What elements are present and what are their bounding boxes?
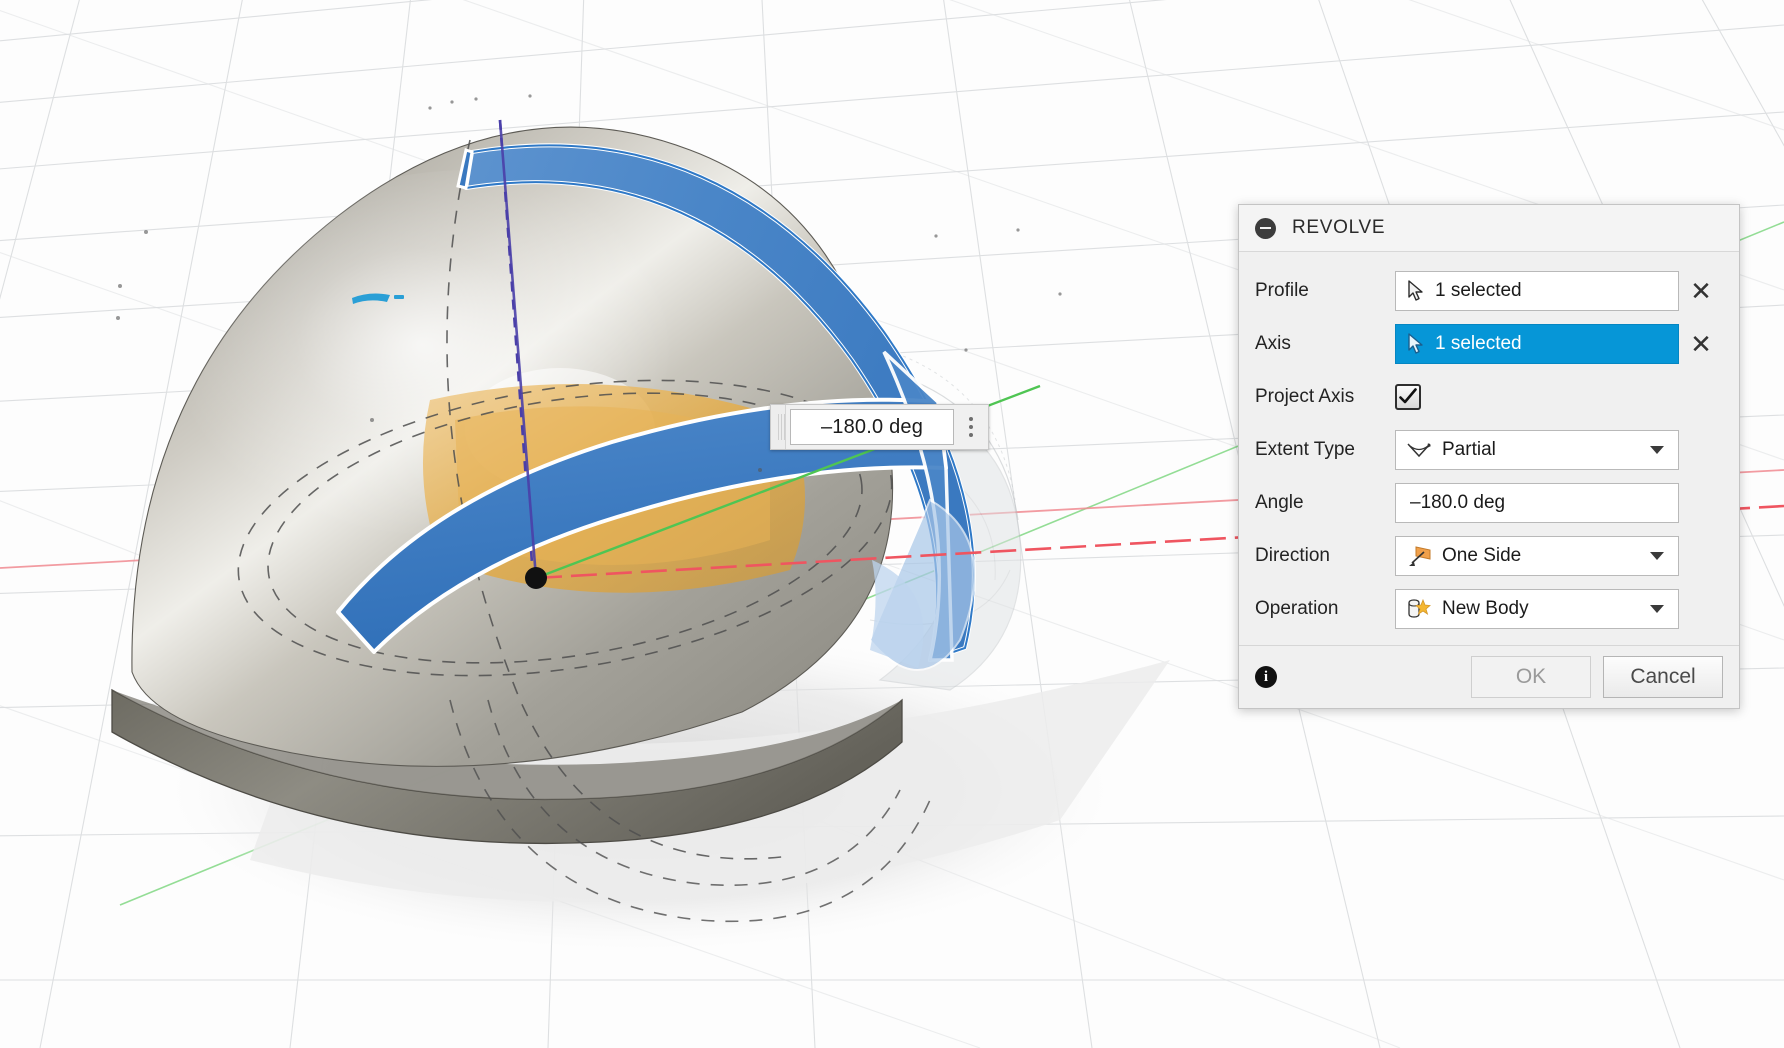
axis-clear-x-icon[interactable]: ✕ — [1679, 331, 1723, 357]
collapse-minus-icon[interactable] — [1255, 217, 1276, 239]
extent-type-label: Extent Type — [1255, 438, 1355, 460]
row-operation: Operation New Body — [1239, 582, 1739, 635]
checkmark-icon — [1399, 387, 1417, 403]
axis-selection-button[interactable]: 1 selected — [1395, 323, 1679, 364]
profile-selection-value: 1 selected — [1435, 279, 1522, 301]
axis-selection-value: 1 selected — [1435, 332, 1522, 354]
angle-extent-icon — [1407, 442, 1431, 457]
chevron-down-icon[interactable] — [1650, 551, 1664, 560]
kebab-menu-icon[interactable] — [954, 405, 988, 449]
origin-point — [525, 567, 547, 589]
axis-label: Axis — [1255, 332, 1291, 354]
row-project-axis: Project Axis — [1239, 370, 1739, 423]
angle-manipulator-input[interactable]: –180.0 deg — [770, 404, 989, 450]
row-profile: Profile 1 selected ✕ — [1239, 264, 1739, 317]
row-axis: Axis 1 selected ✕ — [1239, 317, 1739, 370]
revolve-dialog[interactable]: REVOLVE Profile 1 selected ✕ Axis 1 sele… — [1238, 204, 1740, 709]
dialog-title-bar[interactable]: REVOLVE — [1239, 205, 1739, 252]
direction-dropdown[interactable]: One Side — [1395, 535, 1679, 576]
row-extent-type: Extent Type Partial — [1239, 423, 1739, 476]
select-cursor-icon — [1408, 333, 1423, 354]
angle-value: –180.0 deg — [1410, 491, 1506, 513]
profile-label: Profile — [1255, 279, 1309, 301]
operation-value: New Body — [1442, 597, 1529, 619]
one-side-direction-icon — [1409, 545, 1431, 566]
dialog-footer: i OK Cancel — [1239, 645, 1739, 708]
direction-value: One Side — [1442, 544, 1522, 566]
dialog-title: REVOLVE — [1292, 217, 1386, 238]
project-axis-checkbox[interactable] — [1395, 383, 1421, 410]
extent-type-value: Partial — [1442, 438, 1496, 460]
angle-input[interactable]: –180.0 deg — [1395, 482, 1679, 523]
info-icon[interactable]: i — [1255, 666, 1277, 688]
profile-selection-button[interactable]: 1 selected — [1395, 270, 1679, 311]
angle-label: Angle — [1255, 491, 1304, 513]
operation-dropdown[interactable]: New Body — [1395, 588, 1679, 629]
project-axis-label: Project Axis — [1255, 385, 1355, 407]
cancel-button[interactable]: Cancel — [1603, 656, 1723, 698]
drag-grip-icon[interactable] — [771, 405, 786, 449]
operation-label: Operation — [1255, 597, 1339, 619]
ok-button[interactable]: OK — [1471, 656, 1591, 698]
profile-clear-x-icon[interactable]: ✕ — [1679, 278, 1723, 304]
row-direction: Direction One Side — [1239, 529, 1739, 582]
angle-manipulator-value[interactable]: –180.0 deg — [790, 409, 954, 445]
extent-type-dropdown[interactable]: Partial — [1395, 429, 1679, 470]
dialog-body: Profile 1 selected ✕ Axis 1 selected ✕ P… — [1239, 252, 1739, 645]
new-body-icon — [1408, 598, 1431, 618]
select-cursor-icon — [1408, 280, 1423, 301]
chevron-down-icon[interactable] — [1650, 445, 1664, 454]
row-angle: Angle –180.0 deg — [1239, 476, 1739, 529]
chevron-down-icon[interactable] — [1650, 604, 1664, 613]
direction-label: Direction — [1255, 544, 1330, 566]
